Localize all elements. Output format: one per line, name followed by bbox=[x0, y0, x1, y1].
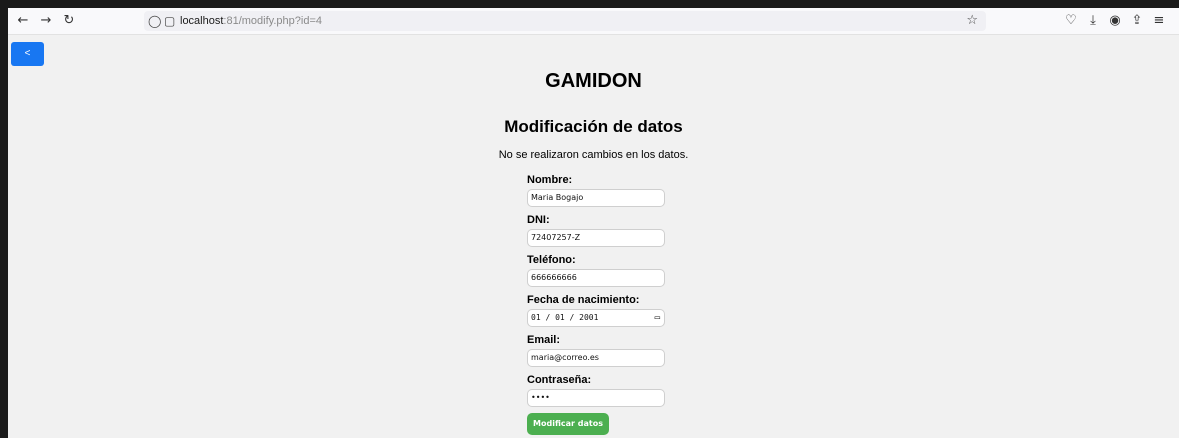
telefono-input[interactable]: 666666666 bbox=[527, 269, 665, 287]
back-arrow-icon[interactable]: ← bbox=[14, 11, 32, 31]
fecha-input[interactable]: 01 / 01 / 2001 ▭ bbox=[527, 309, 665, 327]
dni-field-group: DNI: 72407257-Z bbox=[527, 213, 667, 253]
browser-window: ← → ↻ ◯ ▢ localhost:81/modify.php?id=4 ☆… bbox=[8, 8, 1179, 438]
forward-arrow-icon[interactable]: → bbox=[37, 11, 55, 31]
site-title: GAMIDON bbox=[545, 70, 642, 92]
submit-button[interactable]: Modificar datos bbox=[527, 413, 609, 435]
email-input[interactable]: maria@correo.es bbox=[527, 349, 665, 367]
menu-icon[interactable]: ≡ bbox=[1150, 11, 1168, 31]
url-path: :81/modify.php?id=4 bbox=[223, 15, 322, 27]
telefono-label: Teléfono: bbox=[527, 254, 576, 266]
back-button[interactable]: < bbox=[11, 42, 44, 66]
browser-toolbar: ← → ↻ ◯ ▢ localhost:81/modify.php?id=4 ☆… bbox=[8, 8, 1179, 35]
page-content: < GAMIDON Modificación de datos No se re… bbox=[8, 35, 1179, 438]
nombre-input[interactable]: Maria Bogajo bbox=[527, 189, 665, 207]
page-icon: ▢ bbox=[164, 14, 176, 28]
calendar-icon[interactable]: ▭ bbox=[655, 310, 660, 326]
nombre-field-group: Nombre: Maria Bogajo bbox=[527, 173, 667, 213]
extension-icon[interactable]: ◉ bbox=[1106, 11, 1124, 31]
dni-input[interactable]: 72407257-Z bbox=[527, 229, 665, 247]
status-message: No se realizaron cambios en los datos. bbox=[498, 149, 689, 161]
url-text[interactable]: localhost:81/modify.php?id=4 bbox=[180, 11, 322, 31]
fecha-field-group: Fecha de nacimiento: 01 / 01 / 2001 ▭ bbox=[527, 293, 667, 333]
fecha-label: Fecha de nacimiento: bbox=[527, 294, 640, 306]
reload-icon[interactable]: ↻ bbox=[60, 11, 78, 31]
email-field-group: Email: maria@correo.es bbox=[527, 333, 667, 373]
star-icon[interactable]: ☆ bbox=[966, 11, 978, 31]
section-title: Modificación de datos bbox=[504, 117, 683, 136]
url-host: localhost bbox=[180, 15, 224, 27]
nombre-label: Nombre: bbox=[527, 174, 573, 186]
fecha-value: 01 / 01 / 2001 bbox=[531, 313, 599, 322]
telefono-field-group: Teléfono: 666666666 bbox=[527, 253, 667, 293]
pocket-icon[interactable]: ♡ bbox=[1062, 11, 1080, 31]
email-label: Email: bbox=[527, 334, 561, 346]
password-label: Contraseña: bbox=[527, 374, 592, 386]
download-icon[interactable]: ⤓ bbox=[1084, 11, 1102, 31]
modify-form: Nombre: Maria Bogajo DNI: 72407257-Z Tel… bbox=[527, 173, 667, 413]
password-field-group: Contraseña: •••• bbox=[527, 373, 667, 413]
share-icon[interactable]: ⇪ bbox=[1128, 11, 1146, 31]
address-bar[interactable]: ◯ ▢ localhost:81/modify.php?id=4 ☆ bbox=[144, 11, 986, 31]
dni-label: DNI: bbox=[527, 214, 550, 226]
password-input[interactable]: •••• bbox=[527, 389, 665, 407]
shield-icon[interactable]: ◯ bbox=[148, 11, 161, 31]
